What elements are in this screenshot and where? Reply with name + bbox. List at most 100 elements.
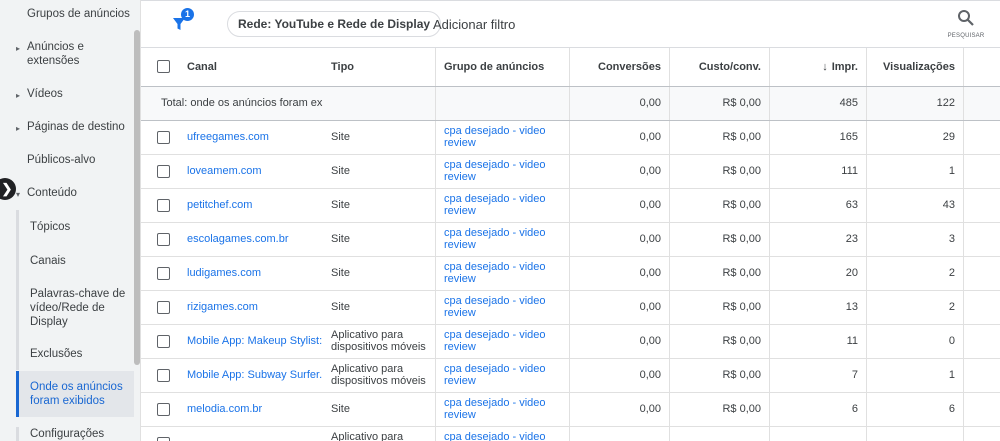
- sidebar-subitem-exclusoes[interactable]: Exclusões: [16, 347, 134, 361]
- row-grupo-link[interactable]: cpa desejado - video review: [436, 121, 570, 154]
- total-custo: R$ 0,00: [670, 87, 770, 120]
- sidebar-item-grupos[interactable]: Grupos de anúncios: [0, 7, 134, 21]
- row-checkbox[interactable]: [157, 403, 170, 416]
- row-grupo-link[interactable]: cpa desejado - video review: [436, 393, 570, 426]
- search-button[interactable]: PESQUISAR: [941, 9, 991, 43]
- row-checkbox-cell: [141, 325, 179, 358]
- row-impr: 6: [770, 393, 867, 426]
- row-conversoes: 0,00: [570, 121, 670, 154]
- row-checkbox[interactable]: [157, 165, 170, 178]
- row-canal-link[interactable]: melodia.com.br: [179, 393, 323, 426]
- chevron-right-icon: ▸: [16, 91, 21, 100]
- sidebar-item-paginas[interactable]: ▸ Páginas de destino: [0, 120, 134, 134]
- row-canal-link[interactable]: Mobile App: Makeup Stylist:...: [179, 325, 323, 358]
- row-custo: R$ 0,00: [670, 223, 770, 256]
- header-custo[interactable]: Custo/conv.: [670, 48, 770, 86]
- add-filter-button[interactable]: Adicionar filtro: [433, 17, 515, 32]
- sidebar-item-label: Anúncios e extensões: [27, 41, 84, 67]
- network-filter-chip[interactable]: Rede: YouTube e Rede de Display: [227, 11, 442, 37]
- row-extra: [964, 155, 1000, 188]
- header-tipo[interactable]: Tipo: [323, 48, 436, 86]
- row-custo: R$ 0,00: [670, 291, 770, 324]
- table-row[interactable]: loveamem.com Site cpa desejado - video rev…: [141, 155, 1000, 189]
- total-grupo: [436, 87, 570, 120]
- header-grupo[interactable]: Grupo de anúncios: [436, 48, 570, 86]
- table-row[interactable]: escolagames.com.br Site cpa desejado - vid…: [141, 223, 1000, 257]
- row-checkbox[interactable]: [157, 437, 170, 441]
- header-impr[interactable]: ↓ Impr.: [770, 48, 867, 86]
- row-canal-link[interactable]: ufreegames.com: [179, 121, 323, 154]
- row-canal-link[interactable]: escolagames.com.br: [179, 223, 323, 256]
- row-canal-link[interactable]: petitchef.com: [179, 189, 323, 222]
- row-impr: 13: [770, 291, 867, 324]
- row-checkbox[interactable]: [157, 369, 170, 382]
- row-canal-link[interactable]: loveamem.com: [179, 155, 323, 188]
- table-row[interactable]: Aplicativo para cpa desejado - video: [141, 427, 1000, 441]
- table-row[interactable]: petitchef.com Site cpa desejado - video re…: [141, 189, 1000, 223]
- row-grupo-link[interactable]: cpa desejado - video review: [436, 155, 570, 188]
- table-row[interactable]: melodia.com.br Site cpa desejado - video r…: [141, 393, 1000, 427]
- row-custo: R$ 0,00: [670, 155, 770, 188]
- sidebar-item-anuncios[interactable]: ▸ Anúncios e extensões: [0, 40, 134, 68]
- sidebar-subitem-topicos[interactable]: Tópicos: [16, 220, 134, 234]
- row-conversoes: 0,00: [570, 189, 670, 222]
- sidebar-subitem-canais[interactable]: Canais: [16, 254, 134, 268]
- select-all-checkbox[interactable]: [157, 60, 170, 73]
- row-checkbox[interactable]: [157, 335, 170, 348]
- row-canal-link[interactable]: rizigames.com: [179, 291, 323, 324]
- row-grupo-link[interactable]: cpa desejado - video review: [436, 257, 570, 290]
- row-checkbox[interactable]: [157, 267, 170, 280]
- row-checkbox-cell: [141, 359, 179, 392]
- table-row[interactable]: Mobile App: Makeup Stylist:... Aplicativo…: [141, 325, 1000, 359]
- row-canal-link[interactable]: [179, 427, 323, 441]
- sort-arrow-icon: ↓: [822, 61, 828, 73]
- row-impr: 7: [770, 359, 867, 392]
- row-checkbox[interactable]: [157, 301, 170, 314]
- row-grupo-link[interactable]: cpa desejado - video review: [436, 189, 570, 222]
- row-tipo: Aplicativo para: [323, 427, 436, 441]
- sidebar-item-label: Conteúdo: [27, 187, 77, 199]
- row-grupo-link[interactable]: cpa desejado - video review: [436, 359, 570, 392]
- row-grupo-link[interactable]: cpa desejado - video: [436, 427, 570, 441]
- row-tipo: Site: [323, 291, 436, 324]
- row-extra: [964, 393, 1000, 426]
- row-checkbox-cell: [141, 257, 179, 290]
- sidebar-item-label: Públicos-alvo: [27, 154, 96, 166]
- row-conversoes: 0,00: [570, 359, 670, 392]
- row-grupo-link[interactable]: cpa desejado - video review: [436, 223, 570, 256]
- row-grupo-link[interactable]: cpa desejado - video review: [436, 291, 570, 324]
- sidebar-item-videos[interactable]: ▸ Vídeos: [0, 87, 134, 101]
- row-checkbox[interactable]: [157, 233, 170, 246]
- header-visualizacoes[interactable]: Visualizações: [867, 48, 964, 86]
- sidebar-scrollbar[interactable]: [134, 30, 140, 365]
- row-tipo: Site: [323, 393, 436, 426]
- table-row[interactable]: rizigames.com Site cpa desejado - video re…: [141, 291, 1000, 325]
- chevron-right-icon: ❯: [1, 181, 13, 196]
- header-conversoes[interactable]: Conversões: [570, 48, 670, 86]
- row-canal-link[interactable]: Mobile App: Subway Surfer...: [179, 359, 323, 392]
- table-row[interactable]: ludigames.com Site cpa desejado - video re…: [141, 257, 1000, 291]
- row-impr: 20: [770, 257, 867, 290]
- table-row[interactable]: Mobile App: Subway Surfer... Aplicativo p…: [141, 359, 1000, 393]
- sidebar-subitem-configuracoes[interactable]: Configurações: [16, 427, 134, 441]
- row-checkbox-cell: [141, 121, 179, 154]
- sidebar-subitem-onde-exibidos[interactable]: Onde os anúncios foram exibidos: [16, 371, 134, 417]
- sidebar-item-publicos[interactable]: Públicos-alvo: [0, 153, 134, 167]
- sidebar-item-label: Vídeos: [27, 88, 63, 100]
- row-extra: [964, 291, 1000, 324]
- row-checkbox[interactable]: [157, 199, 170, 212]
- row-extra: [964, 223, 1000, 256]
- header-canal[interactable]: Canal: [179, 48, 323, 86]
- row-impr: 111: [770, 155, 867, 188]
- row-conversoes: 0,00: [570, 325, 670, 358]
- row-extra: [964, 427, 1000, 441]
- row-impr: 11: [770, 325, 867, 358]
- sidebar-item-conteudo[interactable]: ▾ Conteúdo: [0, 186, 134, 200]
- row-grupo-link[interactable]: cpa desejado - video review: [436, 325, 570, 358]
- table-row[interactable]: ufreegames.com Site cpa desejado - video r…: [141, 121, 1000, 155]
- total-tipo: [323, 87, 436, 120]
- row-visualizacoes: [867, 427, 964, 441]
- row-canal-link[interactable]: ludigames.com: [179, 257, 323, 290]
- sidebar-subitem-palavras[interactable]: Palavras-chave de vídeo/Rede de Display: [16, 287, 134, 329]
- row-checkbox[interactable]: [157, 131, 170, 144]
